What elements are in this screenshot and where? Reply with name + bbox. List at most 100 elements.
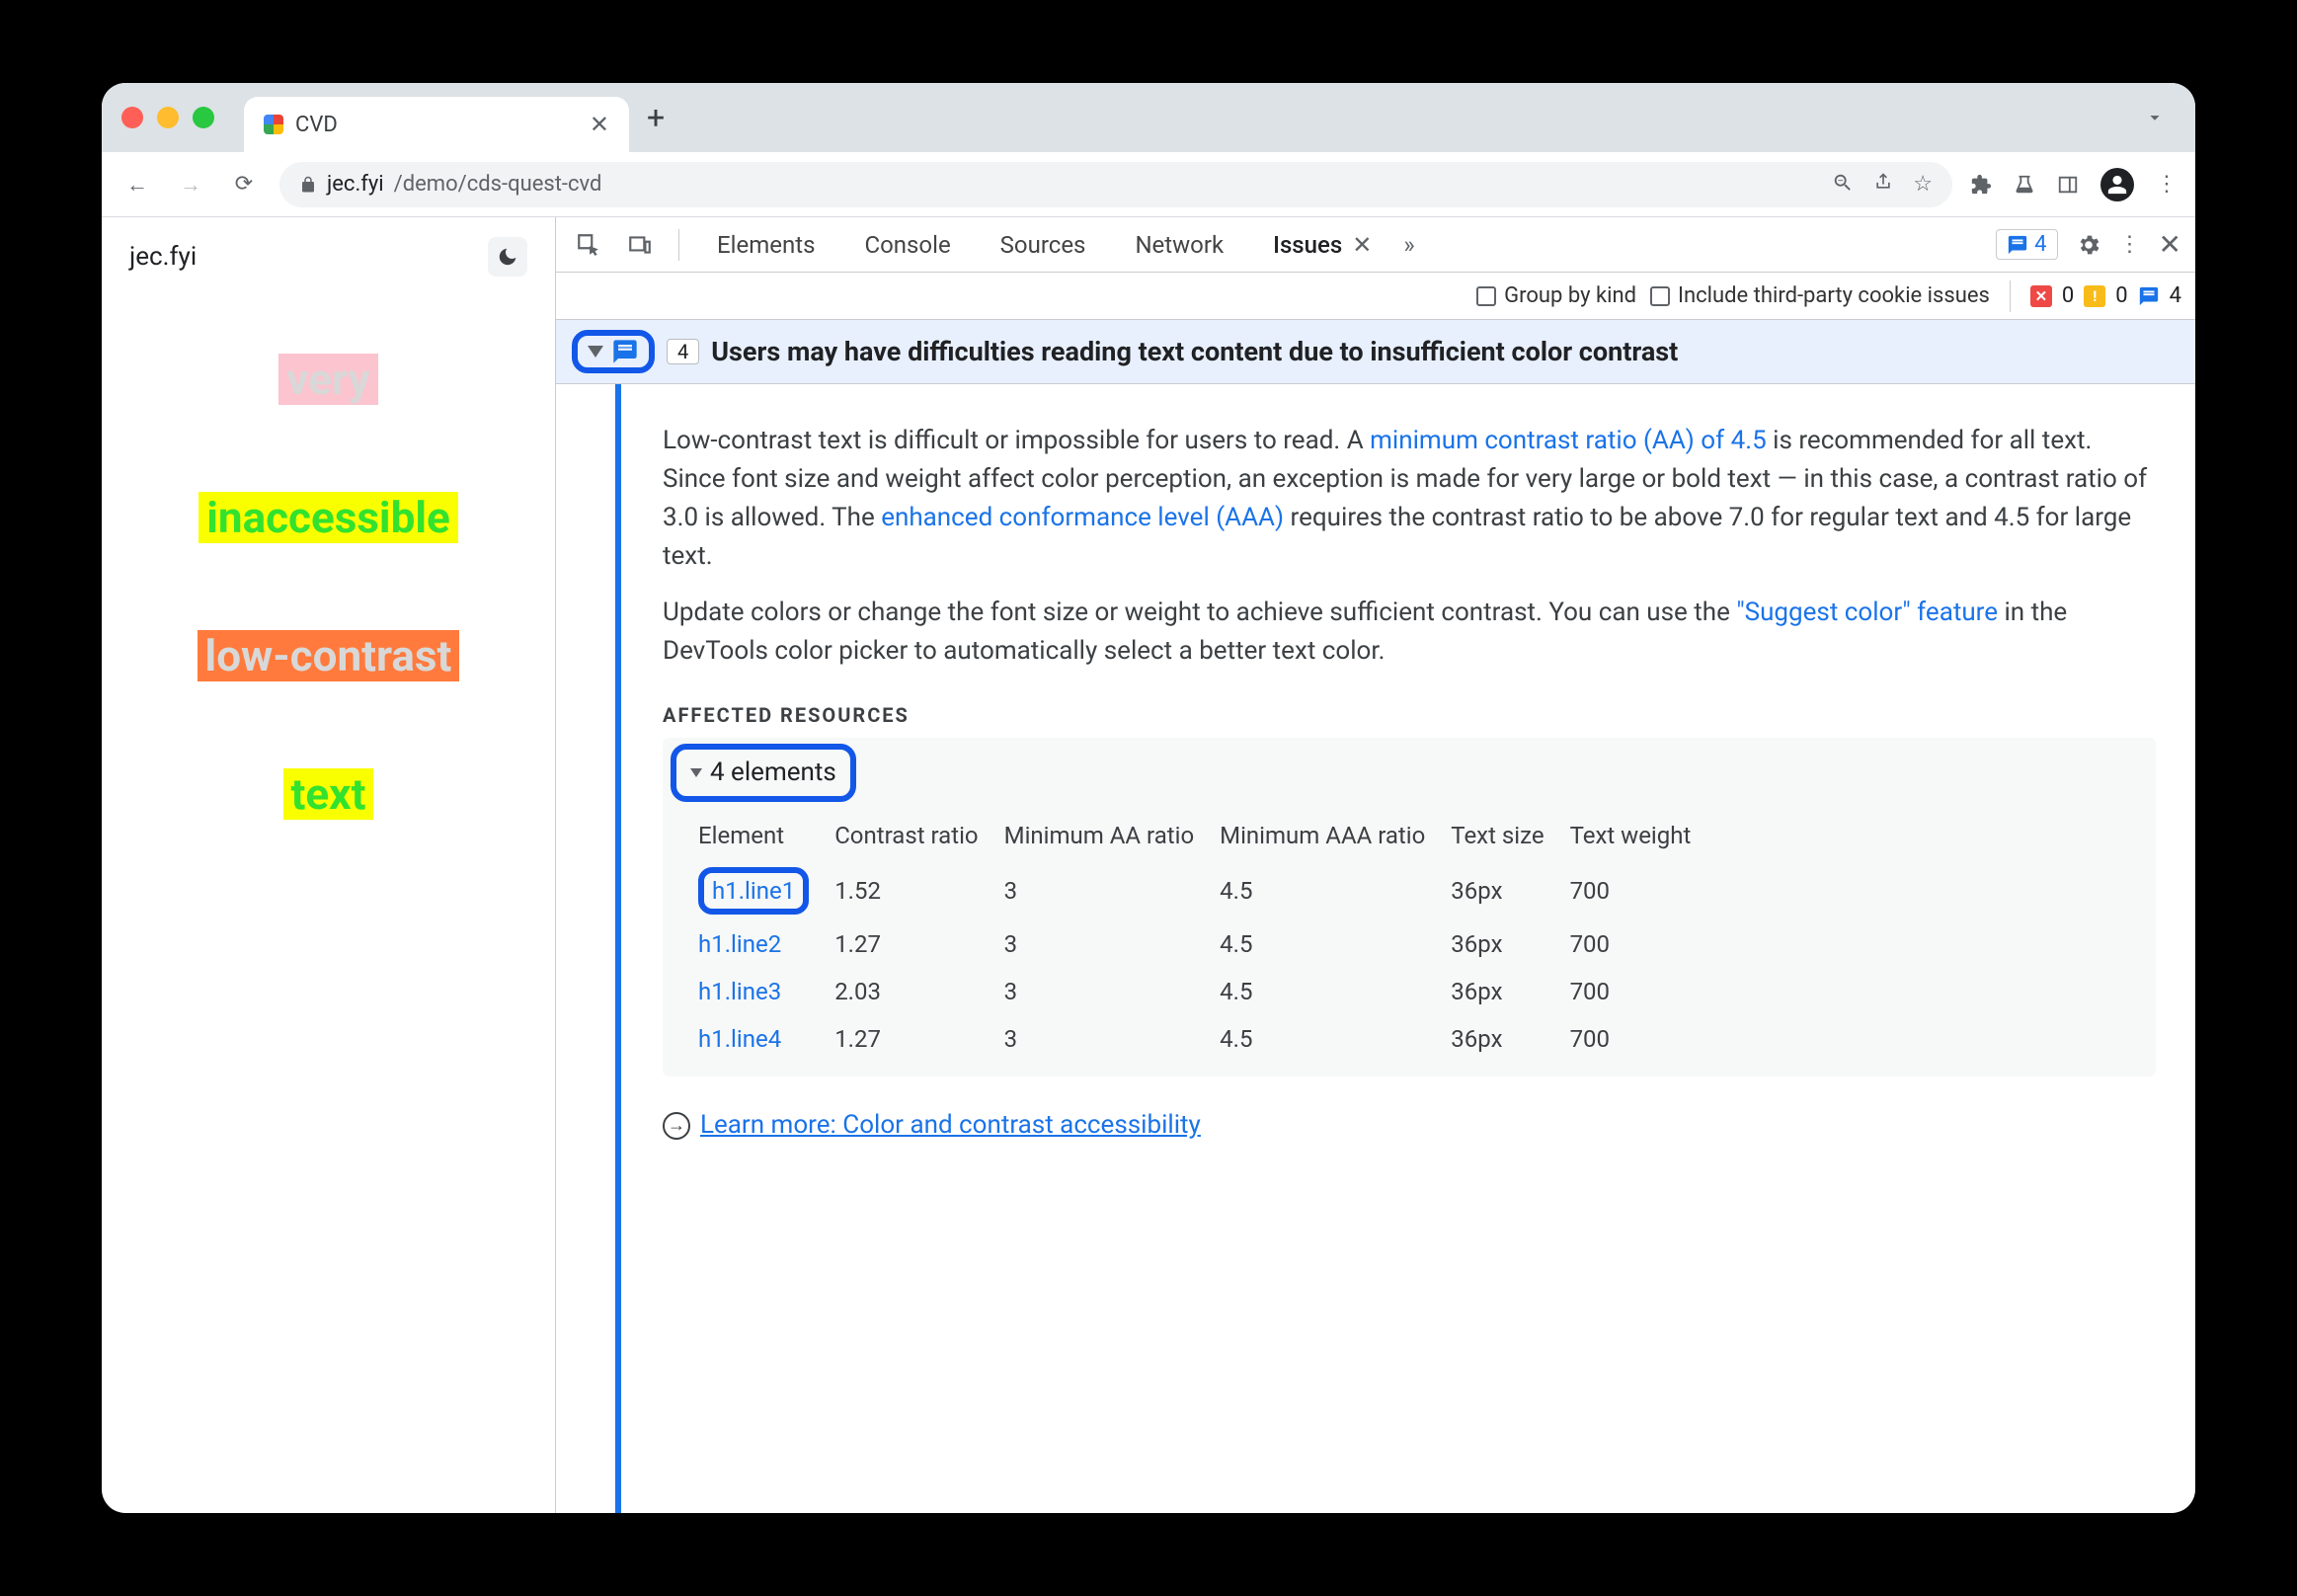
devtools-menu-icon[interactable]: ⋮	[2119, 232, 2141, 257]
third-party-label: Include third-party cookie issues	[1678, 283, 1990, 308]
tab-close-icon[interactable]: ✕	[590, 111, 609, 138]
issues-chip[interactable]: 4	[1996, 229, 2057, 260]
page-header: jec.fyi	[102, 231, 555, 298]
tab-close-icon[interactable]: ✕	[1352, 231, 1372, 259]
share-icon[interactable]	[1873, 172, 1893, 197]
checkbox-icon	[1650, 286, 1670, 306]
link-aaa[interactable]: enhanced conformance level (AAA)	[881, 503, 1284, 532]
side-panel-icon[interactable]	[2057, 174, 2079, 196]
browser-window: CVD ✕ + ← → ⟳ jec.fyi/demo/cds-quest-cvd…	[102, 83, 2195, 1513]
th-aa: Minimum AA ratio	[1004, 810, 1221, 861]
affected-elements-table: Element Contrast ratio Minimum AA ratio …	[698, 810, 1716, 1063]
device-icon[interactable]	[621, 228, 659, 262]
warning-count: 0	[2115, 283, 2127, 308]
issue-count-badge: 4	[667, 339, 699, 364]
th-aaa: Minimum AAA ratio	[1220, 810, 1451, 861]
tab-issues-label: Issues	[1273, 231, 1342, 259]
tab-strip: CVD ✕ +	[102, 83, 2195, 152]
url-path: /demo/cds-quest-cvd	[394, 172, 602, 197]
learn-more-row: Learn more: Color and contrast accessibi…	[663, 1106, 2156, 1145]
inspect-icon[interactable]	[570, 228, 607, 262]
new-tab-button[interactable]: +	[647, 99, 665, 136]
sample-text-4: text	[283, 768, 374, 820]
error-count: 0	[2062, 283, 2074, 308]
lock-icon	[299, 176, 317, 194]
issues-chip-count: 4	[2034, 232, 2046, 257]
tabs-more-icon[interactable]: »	[1403, 231, 1414, 259]
nav-back-button[interactable]: ←	[119, 172, 155, 198]
sample-text-1: very	[278, 354, 377, 405]
checkbox-icon	[1476, 286, 1496, 306]
link-min-contrast[interactable]: minimum contrast ratio (AA) of 4.5	[1370, 426, 1767, 455]
tab-title: CVD	[295, 113, 578, 137]
window-close-icon[interactable]	[121, 107, 143, 128]
omnibox-actions: ☆	[1832, 172, 1933, 197]
th-size: Text size	[1451, 810, 1569, 861]
tabs-overflow-icon[interactable]	[2144, 107, 2166, 128]
link-suggest-color[interactable]: "Suggest color" feature	[1736, 598, 1998, 627]
tab-network[interactable]: Network	[1117, 225, 1241, 265]
labs-icon[interactable]	[2014, 174, 2035, 196]
browser-menu-icon[interactable]: ⋮	[2156, 172, 2178, 197]
devtools-close-icon[interactable]: ✕	[2159, 228, 2181, 261]
window-minimize-icon[interactable]	[157, 107, 179, 128]
issue-paragraph-2: Update colors or change the font size or…	[663, 594, 2156, 671]
group-by-kind-checkbox[interactable]: Group by kind	[1476, 283, 1636, 308]
table-row: h1.line2 1.27 3 4.5 36px 700	[698, 920, 1716, 968]
issue-header-row[interactable]: 4 Users may have difficulties reading te…	[556, 320, 2195, 384]
element-link[interactable]: h1.line1	[712, 877, 795, 905]
settings-icon[interactable]	[2076, 232, 2101, 258]
sample-text-3: low-contrast	[198, 630, 460, 681]
profile-avatar[interactable]	[2100, 168, 2134, 201]
issue-kind-icon	[611, 338, 639, 365]
table-row: h1.line4 1.27 3 4.5 36px 700	[698, 1015, 1716, 1063]
affected-resources: 4 elements Element Contrast ratio Minimu…	[663, 738, 2156, 1077]
th-contrast: Contrast ratio	[834, 810, 1003, 861]
browser-tab[interactable]: CVD ✕	[244, 97, 629, 152]
devtools: Elements Console Sources Network Issues …	[556, 217, 2195, 1513]
tab-issues[interactable]: Issues ✕	[1255, 225, 1389, 265]
learn-more-link[interactable]: Learn more: Color and contrast accessibi…	[700, 1106, 1201, 1145]
th-weight: Text weight	[1570, 810, 1717, 861]
warning-icon: !	[2084, 285, 2105, 307]
extensions-icon[interactable]	[1970, 174, 1992, 196]
bookmark-icon[interactable]: ☆	[1913, 172, 1933, 197]
elements-count-label: 4 elements	[710, 754, 836, 792]
window-maximize-icon[interactable]	[193, 107, 214, 128]
issue-detail: Low-contrast text is difficult or imposs…	[621, 384, 2195, 1513]
nav-forward-button[interactable]: →	[173, 172, 208, 198]
tab-sources[interactable]: Sources	[983, 225, 1104, 265]
tab-elements[interactable]: Elements	[699, 225, 832, 265]
group-by-kind-label: Group by kind	[1504, 283, 1636, 308]
devtools-right: 4 ⋮ ✕	[1996, 228, 2181, 261]
omnibox[interactable]: jec.fyi/demo/cds-quest-cvd ☆	[279, 162, 1952, 207]
info-icon	[2138, 285, 2160, 307]
theme-toggle-button[interactable]	[488, 237, 527, 277]
tab-console[interactable]: Console	[846, 225, 968, 265]
separator	[678, 229, 679, 261]
toolbar-icons: ⋮	[1970, 168, 2178, 201]
issue-paragraph-1: Low-contrast text is difficult or imposs…	[663, 422, 2156, 576]
element-link[interactable]: h1.line3	[698, 978, 781, 1005]
expand-icon[interactable]	[588, 346, 603, 358]
separator	[2010, 280, 2011, 312]
site-label: jec.fyi	[129, 242, 197, 272]
window-controls	[121, 107, 214, 128]
third-party-checkbox[interactable]: Include third-party cookie issues	[1650, 283, 1990, 308]
element-link[interactable]: h1.line2	[698, 930, 781, 958]
elements-expand-highlight[interactable]: 4 elements	[671, 744, 856, 802]
issue-expand-highlight	[572, 330, 655, 373]
devtools-tabbar: Elements Console Sources Network Issues …	[556, 217, 2195, 273]
issue-title: Users may have difficulties reading text…	[711, 336, 1678, 367]
affected-resources-header: Affected Resources	[663, 700, 2156, 730]
browser-toolbar: ← → ⟳ jec.fyi/demo/cds-quest-cvd ☆ ⋮	[102, 152, 2195, 217]
zoom-icon[interactable]	[1832, 172, 1854, 197]
issue-body: Low-contrast text is difficult or imposs…	[556, 384, 2195, 1513]
error-icon: ✕	[2030, 285, 2052, 307]
element-link[interactable]: h1.line4	[698, 1025, 781, 1053]
page-preview: jec.fyi very inaccessible low-contrast t…	[102, 217, 556, 1513]
th-element: Element	[698, 810, 834, 861]
nav-reload-button[interactable]: ⟳	[226, 172, 262, 197]
issues-filter-bar: Group by kind Include third-party cookie…	[556, 273, 2195, 320]
url-host: jec.fyi	[327, 172, 384, 197]
